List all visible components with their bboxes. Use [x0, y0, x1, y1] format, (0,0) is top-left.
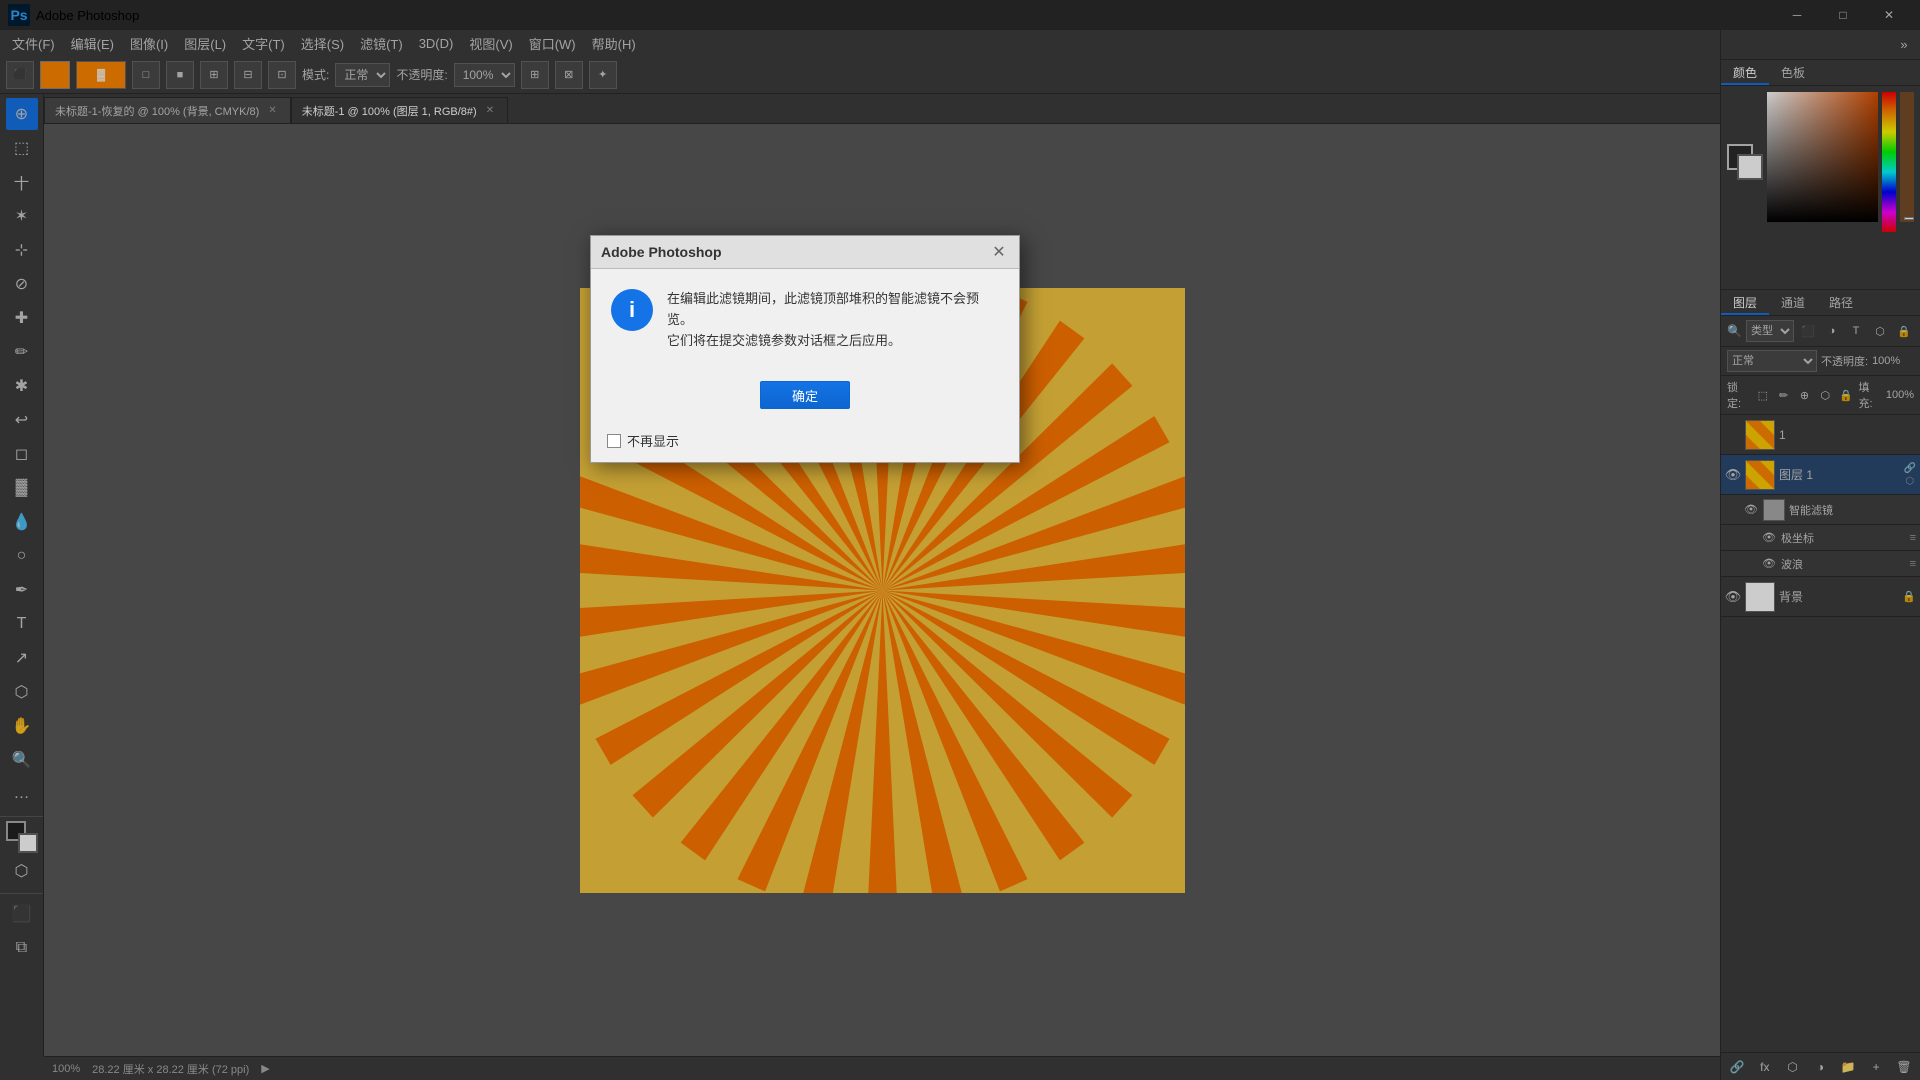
dialog-footer: 不再显示 — [591, 425, 1019, 462]
dialog-buttons: 确定 — [591, 371, 1019, 425]
no-show-label: 不再显示 — [627, 431, 679, 450]
dialog-info-icon: i — [611, 289, 653, 331]
dialog-message-line2: 它们将在提交滤镜参数对话框之后应用。 — [667, 333, 901, 348]
dialog-message: 在编辑此滤镜期间，此滤镜顶部堆积的智能滤镜不会预览。 它们将在提交滤镜参数对话框… — [667, 289, 999, 351]
dialog-title: Adobe Photoshop — [601, 244, 722, 260]
dialog: Adobe Photoshop ✕ i 在编辑此滤镜期间，此滤镜顶部堆积的智能滤… — [590, 235, 1020, 463]
dialog-close-button[interactable]: ✕ — [989, 242, 1009, 262]
dialog-titlebar: Adobe Photoshop ✕ — [591, 236, 1019, 269]
dialog-message-line1: 在编辑此滤镜期间，此滤镜顶部堆积的智能滤镜不会预览。 — [667, 291, 979, 327]
no-show-checkbox[interactable] — [607, 434, 621, 448]
dialog-body: i 在编辑此滤镜期间，此滤镜顶部堆积的智能滤镜不会预览。 它们将在提交滤镜参数对… — [591, 269, 1019, 371]
dialog-overlay: Adobe Photoshop ✕ i 在编辑此滤镜期间，此滤镜顶部堆积的智能滤… — [0, 0, 1920, 1080]
confirm-button[interactable]: 确定 — [760, 381, 850, 409]
